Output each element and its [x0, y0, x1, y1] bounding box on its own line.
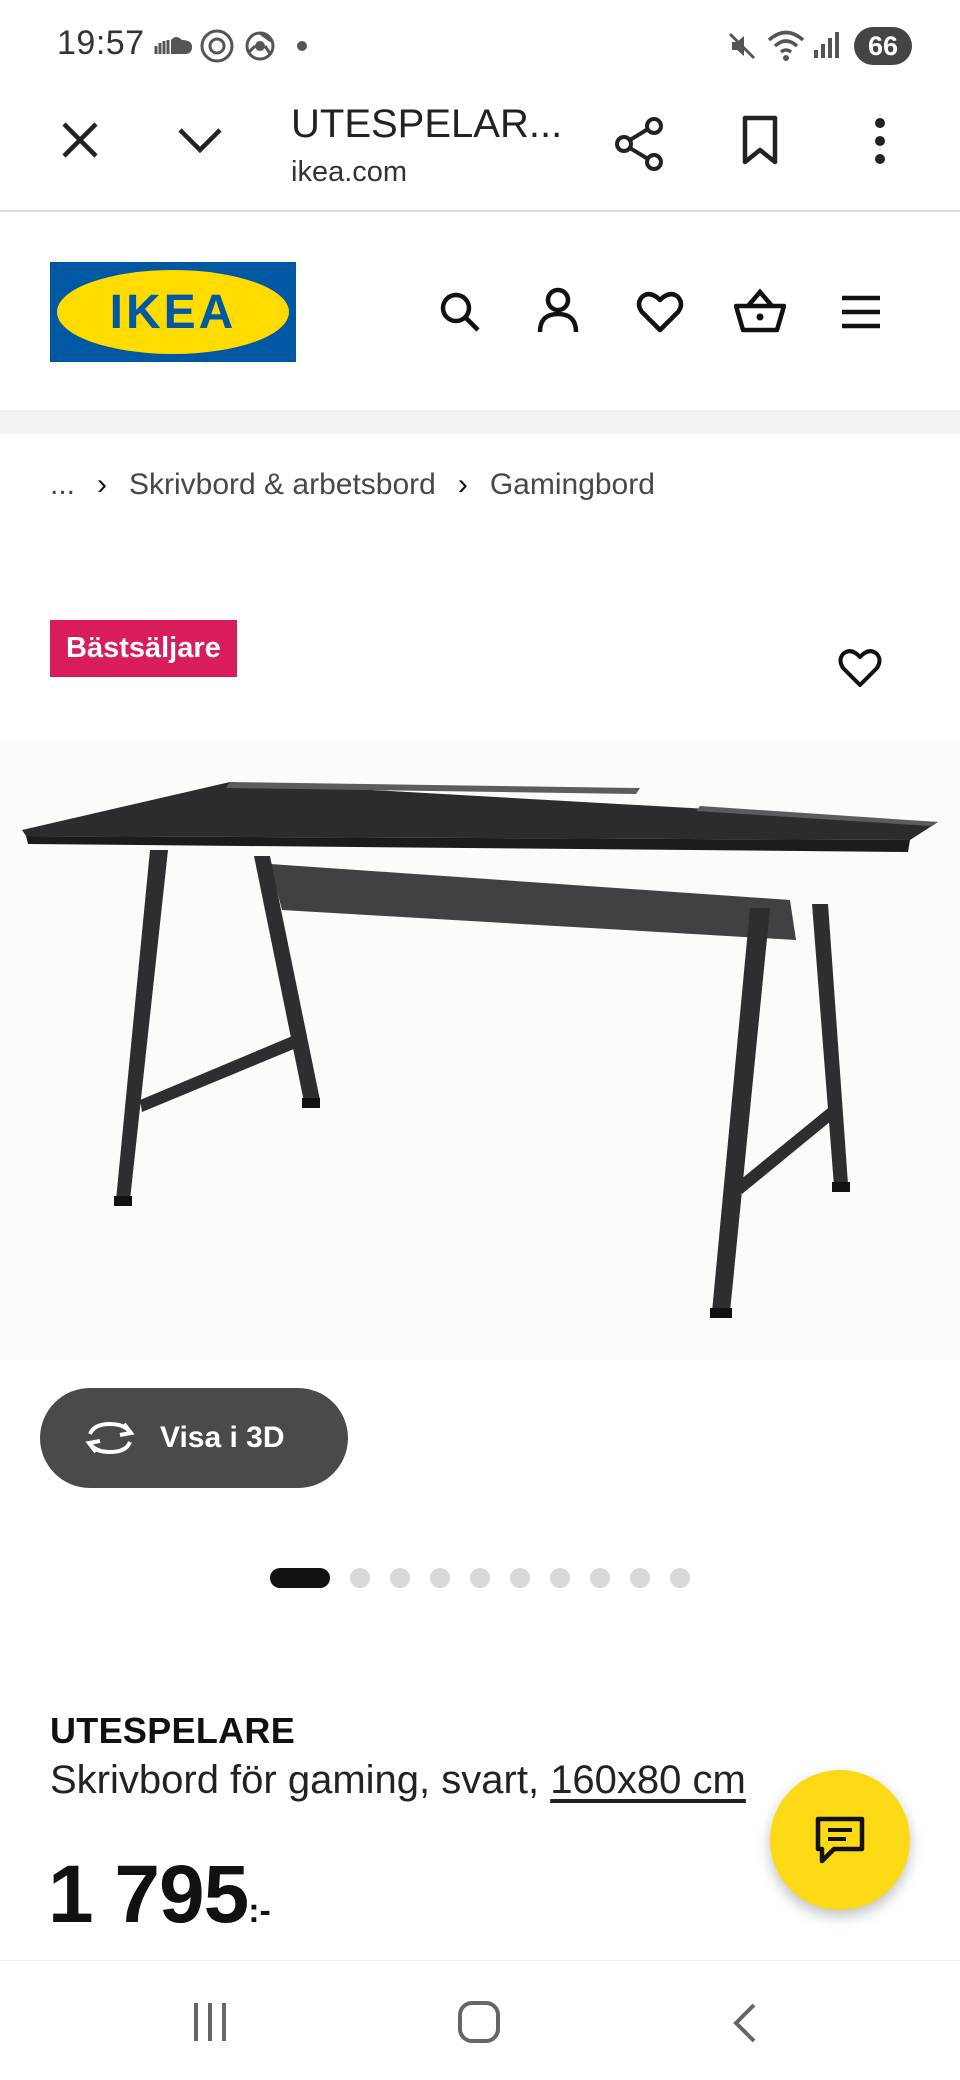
breadcrumb-item-gaming-desks[interactable]: Gamingbord [490, 468, 655, 502]
carousel-dot[interactable] [470, 1568, 490, 1588]
recents-icon[interactable] [190, 2001, 230, 2043]
page-url[interactable]: ikea.com [291, 156, 407, 189]
bookmark-icon[interactable] [740, 114, 780, 166]
carousel-dot[interactable] [630, 1568, 650, 1588]
gaming-desk-image [22, 782, 938, 1318]
breadcrumb-separator-icon: › [457, 468, 468, 501]
carousel-dot[interactable] [390, 1568, 410, 1588]
carousel-dot[interactable] [550, 1568, 570, 1588]
carousel-dot[interactable] [590, 1568, 610, 1588]
product-price: 1 795:- [48, 1848, 271, 1942]
carousel-dot[interactable] [670, 1568, 690, 1588]
signal-icon [814, 32, 839, 58]
chrome-icon [245, 31, 275, 61]
add-to-favorites-icon[interactable] [838, 648, 882, 688]
rotate-3d-icon [85, 1421, 135, 1455]
chevron-down-icon[interactable] [176, 124, 224, 154]
breadcrumb-separator-icon: › [97, 468, 108, 501]
more-icon[interactable] [870, 116, 890, 166]
price-value: 1 795 [48, 1849, 249, 1940]
share-icon[interactable] [614, 116, 666, 172]
search-icon[interactable] [438, 290, 482, 334]
close-icon[interactable] [60, 120, 100, 160]
status-bar: 19:57 66 [0, 0, 960, 90]
breadcrumb-item-desks[interactable]: Skrivbord & arbetsbord [129, 468, 436, 502]
battery-icon: 66 [854, 27, 912, 65]
product-name: UTESPELARE [50, 1710, 296, 1751]
page-title[interactable]: UTESPELAR... [291, 102, 562, 147]
site-header: IKEA [0, 214, 960, 410]
back-icon[interactable] [730, 2001, 760, 2045]
account-icon[interactable] [536, 286, 580, 334]
product-size-link[interactable]: 160x80 cm [550, 1758, 746, 1802]
dot-icon [297, 41, 307, 51]
chat-icon [815, 1816, 865, 1864]
breadcrumb-ellipsis[interactable]: ... [50, 468, 75, 502]
carousel-dot-active[interactable] [270, 1568, 330, 1588]
ikea-logo[interactable]: IKEA [50, 262, 296, 362]
home-icon[interactable] [456, 1999, 502, 2045]
view-in-3d-label: Visa i 3D [160, 1421, 285, 1454]
favorites-icon[interactable] [636, 290, 684, 334]
header-divider [0, 410, 960, 434]
product-description-text: Skrivbord för gaming, svart, [50, 1758, 540, 1802]
carousel-dot[interactable] [350, 1568, 370, 1588]
browser-toolbar: UTESPELAR... ikea.com [0, 90, 960, 212]
cart-icon[interactable] [734, 288, 786, 334]
bestseller-badge: Bästsäljare [50, 620, 237, 677]
soundcloud-icon [154, 37, 192, 54]
product-description: Skrivbord för gaming, svart, 160x80 cm [50, 1758, 746, 1803]
wifi-icon [767, 30, 805, 61]
carousel-dot[interactable] [510, 1568, 530, 1588]
price-suffix: :- [248, 1892, 271, 1930]
system-navigation-bar [0, 1960, 960, 2080]
status-time: 19:57 [57, 24, 145, 62]
chat-button[interactable] [770, 1770, 910, 1910]
threads-icon [200, 29, 234, 63]
menu-icon[interactable] [840, 294, 882, 330]
image-carousel-dots[interactable] [270, 1568, 710, 1588]
product-image[interactable] [0, 740, 960, 1360]
breadcrumb: ... › Skrivbord & arbetsbord › Gamingbor… [50, 468, 655, 502]
carousel-dot[interactable] [430, 1568, 450, 1588]
ikea-logo-text: IKEA [110, 286, 237, 339]
mute-icon [728, 32, 756, 60]
view-in-3d-button[interactable]: Visa i 3D [40, 1388, 348, 1488]
